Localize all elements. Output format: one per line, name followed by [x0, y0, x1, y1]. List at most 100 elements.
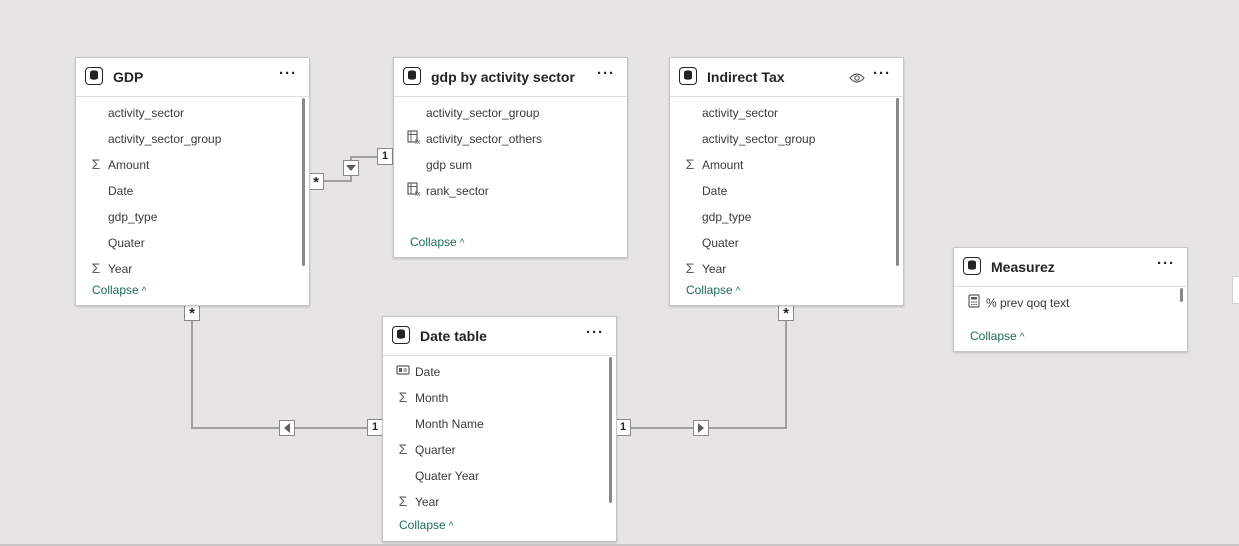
- field-item[interactable]: Σ Year: [76, 255, 301, 281]
- svg-text:fx: fx: [415, 191, 421, 196]
- table-header[interactable]: Measurez ···: [954, 248, 1187, 287]
- cardinality-many-gdp-right: *: [308, 173, 324, 191]
- scrollbar[interactable]: [302, 98, 305, 266]
- table-card-date-table[interactable]: Date table ··· Date Σ Month Month Name ΣQ…: [382, 316, 617, 542]
- calculated-column-icon: fx: [407, 130, 421, 146]
- field-item[interactable]: activity_sector_group: [670, 125, 895, 151]
- rel-date-to-indirect: [631, 320, 787, 429]
- field-item[interactable]: Quater: [670, 229, 895, 255]
- scrollbar[interactable]: [609, 357, 612, 503]
- field-item[interactable]: Date: [76, 177, 301, 203]
- table-title: Indirect Tax: [707, 69, 785, 85]
- cardinality-one-sector: 1: [377, 148, 393, 165]
- more-options-icon[interactable]: ···: [873, 66, 891, 81]
- scrollbar[interactable]: [896, 98, 899, 266]
- filter-direction-right-icon[interactable]: [693, 420, 709, 436]
- field-item[interactable]: Date: [383, 358, 608, 384]
- table-icon: [963, 257, 981, 275]
- table-card-indirect-tax[interactable]: Indirect Tax ··· activity_sector activit…: [669, 57, 904, 306]
- scrollbar[interactable]: [1180, 288, 1183, 302]
- field-item[interactable]: Σ Year: [383, 488, 608, 514]
- chevron-up-icon: ^: [1019, 332, 1025, 343]
- field-item[interactable]: Σ Month: [383, 384, 608, 410]
- table-title: Date table: [420, 328, 487, 344]
- model-canvas[interactable]: * 1 * 1 1 * GDP ··· activity_sector acti…: [0, 0, 1239, 546]
- field-type-icon: [407, 104, 421, 120]
- table-card-gdp[interactable]: GDP ··· activity_sector activity_sector_…: [75, 57, 310, 306]
- field-type-icon: [89, 234, 103, 250]
- table-icon: [679, 67, 697, 85]
- filter-direction-left-icon[interactable]: [279, 420, 295, 436]
- more-options-icon[interactable]: ···: [597, 66, 615, 81]
- collapse-button[interactable]: Collapse ^: [399, 518, 453, 532]
- cardinality-one-date-right: 1: [615, 419, 631, 436]
- field-type-icon: [89, 208, 103, 224]
- sigma-icon: Σ: [398, 441, 408, 457]
- field-type-icon: [89, 104, 103, 120]
- cardinality-many-gdp-bottom: *: [184, 304, 200, 322]
- field-item[interactable]: Date: [670, 177, 895, 203]
- field-item[interactable]: gdp_type: [76, 203, 301, 229]
- field-item[interactable]: Quater Year: [383, 462, 608, 488]
- collapse-button[interactable]: Collapse ^: [410, 235, 464, 249]
- sigma-icon: Σ: [398, 493, 408, 509]
- field-item[interactable]: gdp_type: [670, 203, 895, 229]
- field-item[interactable]: fx rank_sector: [394, 177, 619, 203]
- table-icon: [85, 67, 103, 85]
- chevron-up-icon: ^: [459, 238, 465, 249]
- sigma-icon: Σ: [685, 156, 695, 172]
- collapse-button[interactable]: Collapse ^: [686, 283, 740, 297]
- field-type-icon: [683, 208, 697, 224]
- field-item[interactable]: fx activity_sector_others: [394, 125, 619, 151]
- field-type-icon: [89, 130, 103, 146]
- table-header[interactable]: gdp by activity sector ···: [394, 58, 627, 97]
- field-type-icon: [683, 182, 697, 198]
- table-title: GDP: [113, 69, 144, 85]
- side-panel-tab[interactable]: [1232, 276, 1239, 304]
- svg-text:fx: fx: [415, 139, 421, 144]
- field-item[interactable]: % prev qoq text: [954, 289, 1179, 315]
- table-header[interactable]: Date table ···: [383, 317, 616, 356]
- filter-direction-down-icon[interactable]: [343, 160, 359, 176]
- field-item[interactable]: gdp sum: [394, 151, 619, 177]
- sigma-icon: Σ: [91, 156, 101, 172]
- more-options-icon[interactable]: ···: [586, 325, 604, 340]
- collapse-button[interactable]: Collapse ^: [92, 283, 146, 297]
- chevron-up-icon: ^: [448, 521, 454, 532]
- sigma-icon: Σ: [91, 260, 101, 276]
- sigma-icon: Σ: [398, 389, 408, 405]
- field-item[interactable]: Σ Year: [670, 255, 895, 281]
- more-options-icon[interactable]: ···: [1157, 256, 1175, 271]
- table-header[interactable]: Indirect Tax ···: [670, 58, 903, 97]
- table-card-measurez[interactable]: Measurez ··· % prev qoq text Collapse ^: [953, 247, 1188, 352]
- field-item[interactable]: Quater: [76, 229, 301, 255]
- calculator-icon: [967, 294, 981, 310]
- field-item[interactable]: Σ Amount: [76, 151, 301, 177]
- sigma-icon: Σ: [685, 260, 695, 276]
- table-header[interactable]: GDP ···: [76, 58, 309, 97]
- field-type-icon: [683, 234, 697, 250]
- field-item[interactable]: activity_sector_group: [394, 99, 619, 125]
- field-item[interactable]: activity_sector_group: [76, 125, 301, 151]
- field-type-icon: [396, 415, 410, 431]
- field-item[interactable]: Σ Quarter: [383, 436, 608, 462]
- field-item[interactable]: Month Name: [383, 410, 608, 436]
- chevron-up-icon: ^: [735, 286, 741, 297]
- chevron-up-icon: ^: [141, 286, 147, 297]
- field-type-icon: [89, 182, 103, 198]
- more-options-icon[interactable]: ···: [279, 66, 297, 81]
- field-item[interactable]: activity_sector: [76, 99, 301, 125]
- cardinality-one-date-left: 1: [367, 419, 383, 436]
- field-item[interactable]: activity_sector: [670, 99, 895, 125]
- field-item[interactable]: Σ Amount: [670, 151, 895, 177]
- calculated-column-icon: fx: [407, 182, 421, 198]
- table-icon: [392, 326, 410, 344]
- table-title: Measurez: [991, 259, 1055, 275]
- table-icon: [403, 67, 421, 85]
- collapse-button[interactable]: Collapse ^: [970, 329, 1024, 343]
- eye-icon[interactable]: [849, 71, 865, 89]
- table-card-gdp-by-activity-sector[interactable]: gdp by activity sector ··· activity_sect…: [393, 57, 628, 258]
- field-type-icon: [683, 104, 697, 120]
- field-type-icon: [407, 156, 421, 172]
- rel-gdp-to-date: [191, 320, 368, 429]
